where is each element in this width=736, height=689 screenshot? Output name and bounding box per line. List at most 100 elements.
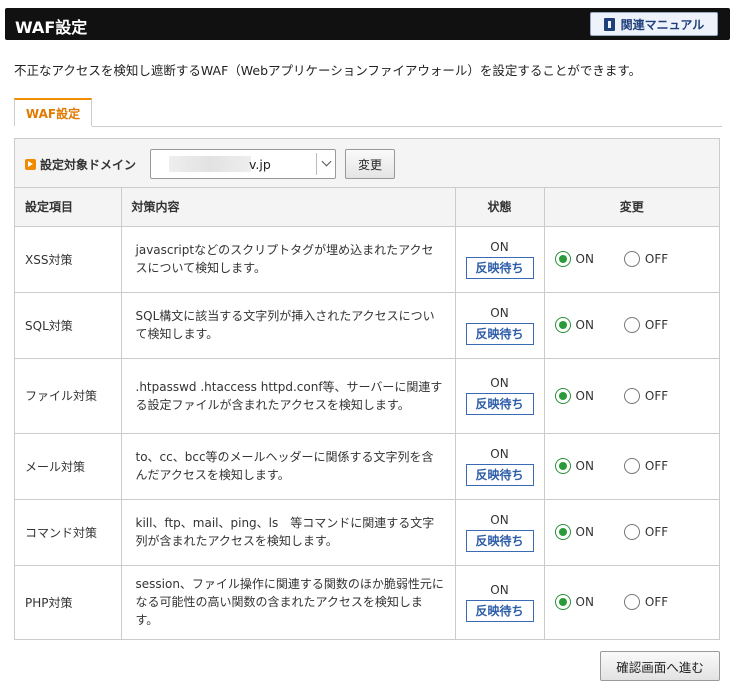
table-row: コマンド対策 kill、ftp、mail、ping、ls 等コマンドに関連する文… [15,498,719,566]
radio-off-button[interactable] [623,387,640,404]
chevron-down-icon [321,156,332,167]
radio-off-label: OFF [644,388,669,403]
radio-on-button[interactable] [554,458,571,474]
radio-off-label: OFF [644,318,669,332]
radio-on[interactable]: ON [554,251,594,267]
rule-name: PHP対策 [15,564,122,640]
rule-description: session、ファイル操作に関連する関数のほか脆弱性元になる可能性の高い関数の… [120,564,456,640]
domain-label: 設定対象ドメイン [25,156,136,173]
domain-selector-bar: 設定対象ドメイン v.jp 変更 [15,139,719,188]
status-text: ON [490,305,509,320]
select-separator [316,153,317,175]
radio-on-button[interactable] [554,524,571,540]
rule-status: ON 反映待ち [454,564,545,640]
pending-badge: 反映待ち [465,529,534,552]
rule-status: ON 反映待ち [454,432,545,500]
rule-status: ON 反映待ち [454,357,545,434]
book-icon [603,17,615,31]
radio-on-button[interactable] [554,251,571,267]
domain-select[interactable]: v.jp [150,149,336,179]
rule-change: ON OFF [543,432,719,500]
rule-name: コマンド対策 [15,498,122,566]
radio-off[interactable]: OFF [623,458,669,474]
table-row: メール対策 to、cc、bcc等のメールヘッダーに関係する文字列を含んだアクセス… [15,432,719,500]
radio-on-label: ON [575,525,594,539]
radio-on-label: ON [575,252,594,266]
radio-off[interactable]: OFF [623,251,669,267]
title-bar: WAF設定 関連マニュアル [5,8,730,40]
rule-description: .htpasswd .htaccess httpd.conf等、サーバーに関連す… [120,357,456,434]
pending-badge: 反映待ち [465,322,534,345]
manual-button[interactable]: 関連マニュアル [590,12,718,36]
radio-on-button[interactable] [554,387,571,404]
rule-description: to、cc、bcc等のメールヘッダーに関係する文字列を含んだアクセスを検知します… [120,432,456,500]
pending-badge: 反映待ち [465,256,534,279]
arrow-right-icon [25,159,36,170]
rule-status: ON 反映待ち [454,225,545,293]
header-change: 変更 [543,188,719,227]
table-row: SQL対策 SQL構文に該当する文字列が挿入されたアクセスについて検知します。 … [15,291,719,359]
confirm-button[interactable]: 確認画面へ進む [600,651,720,681]
radio-off[interactable]: OFF [623,594,669,610]
pending-badge: 反映待ち [465,599,534,622]
status-text: ON [490,582,509,597]
manual-label: 関連マニュアル [620,17,705,32]
radio-on-label: ON [575,595,594,609]
rule-description: SQL構文に該当する文字列が挿入されたアクセスについて検知します。 [120,291,456,359]
radio-off-label: OFF [644,459,669,473]
radio-off-button[interactable] [623,458,640,474]
radio-on[interactable]: ON [554,387,594,404]
pending-badge: 反映待ち [465,393,534,415]
table-row: ファイル対策 .htpasswd .htaccess httpd.conf等、サ… [15,357,719,434]
tab-waf-settings[interactable]: WAF設定 [14,98,92,126]
table-header-row: 設定項目 対策内容 状態 変更 [15,188,719,227]
radio-on[interactable]: ON [554,458,594,474]
header-content: 対策内容 [120,188,456,227]
radio-on-label: ON [575,459,594,473]
radio-on[interactable]: ON [554,524,594,540]
radio-on[interactable]: ON [554,317,594,333]
radio-on-label: ON [575,318,594,332]
rule-description: javascriptなどのスクリプトタグが埋め込まれたアクセスについて検知します… [120,225,456,293]
status-text: ON [490,239,509,254]
rule-description: kill、ftp、mail、ping、ls 等コマンドに関連する文字列が含まれた… [120,498,456,566]
rule-change: ON OFF [543,291,719,359]
radio-off-label: OFF [644,525,669,539]
status-text: ON [490,376,509,390]
rule-change: ON OFF [543,225,719,293]
status-text: ON [490,512,509,527]
rule-change: ON OFF [543,498,719,566]
rule-change: ON OFF [543,357,719,434]
radio-off-label: OFF [644,252,669,266]
table-row: XSS対策 javascriptなどのスクリプトタグが埋め込まれたアクセスについ… [15,225,719,293]
rule-name: XSS対策 [15,225,122,293]
radio-on-button[interactable] [554,317,571,333]
radio-off-button[interactable] [623,317,640,333]
rule-status: ON 反映待ち [454,291,545,359]
rule-status: ON 反映待ち [454,498,545,566]
radio-off[interactable]: OFF [623,387,669,404]
rule-change: ON OFF [543,564,719,640]
pending-badge: 反映待ち [465,463,534,486]
table-row: PHP対策 session、ファイル操作に関連する関数のほか脆弱性元になる可能性… [15,564,719,640]
radio-off-button[interactable] [623,251,640,267]
radio-off-label: OFF [644,595,669,609]
domain-label-text: 設定対象ドメイン [40,158,137,172]
page-description: 不正なアクセスを検知し遮断するWAF（Webアプリケーションファイアウォール）を… [14,63,642,78]
radio-off-button[interactable] [623,594,640,610]
waf-rules-table: 設定項目 対策内容 状態 変更 XSS対策 javascriptなどのスクリプト… [15,188,719,640]
header-status: 状態 [454,188,545,227]
radio-on[interactable]: ON [554,594,594,610]
domain-change-button[interactable]: 変更 [345,149,395,179]
status-text: ON [490,446,509,461]
radio-off[interactable]: OFF [623,317,669,333]
rule-name: ファイル対策 [15,357,122,434]
header-item: 設定項目 [15,188,122,227]
radio-off-button[interactable] [623,524,640,540]
page-title: WAF設定 [15,18,88,37]
domain-select-value: v.jp [249,157,271,172]
radio-on-button[interactable] [554,594,571,610]
waf-settings-panel: 設定対象ドメイン v.jp 変更 設定項目 対策内容 状態 変更 XSS対策 j… [14,138,720,640]
radio-off[interactable]: OFF [623,524,669,540]
rule-name: SQL対策 [15,291,122,359]
